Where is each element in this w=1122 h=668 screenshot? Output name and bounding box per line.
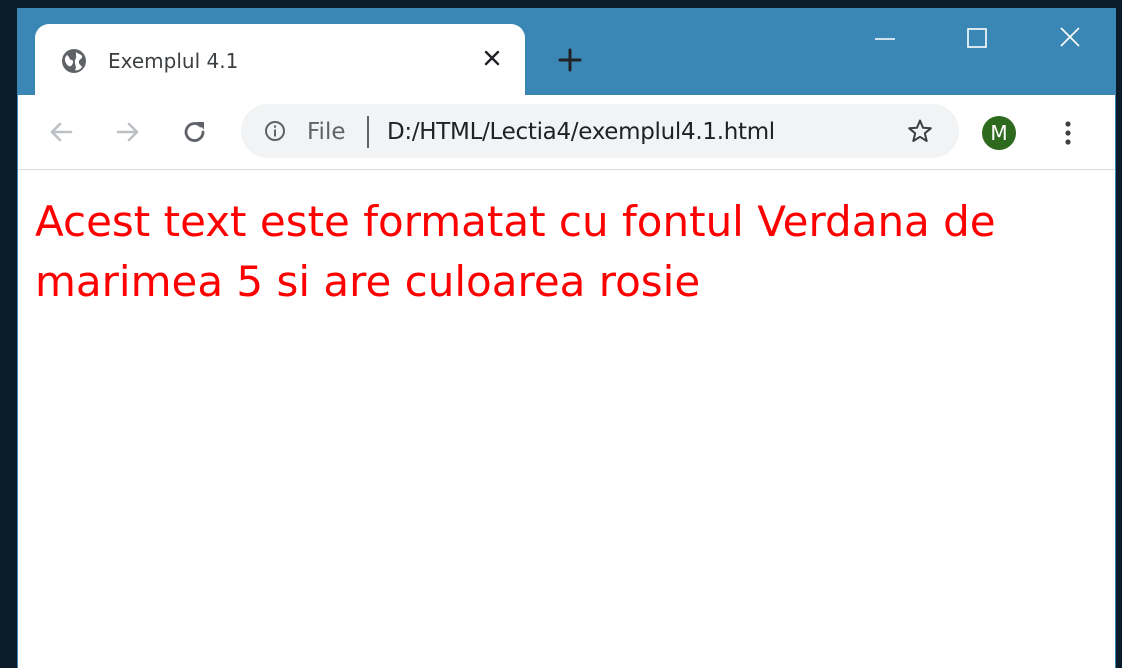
page-paragraph: Acest text este formatat cu fontul Verda… xyxy=(35,197,996,306)
info-icon[interactable] xyxy=(263,119,287,143)
arrow-right-icon[interactable] xyxy=(111,115,145,149)
star-icon[interactable] xyxy=(906,117,934,145)
title-bar: Exemplul 4.1 xyxy=(18,8,1115,96)
address-bar[interactable]: File D:/HTML/Lectia4/exemplul4.1.html xyxy=(241,104,959,158)
minimize-button[interactable] xyxy=(865,24,905,54)
page-content: Acest text este formatat cu fontul Verda… xyxy=(18,170,1115,668)
scheme-divider xyxy=(367,116,369,148)
browser-toolbar: File D:/HTML/Lectia4/exemplul4.1.html M xyxy=(18,95,1115,170)
arrow-left-icon[interactable] xyxy=(44,115,78,149)
url-scheme-label: File xyxy=(307,119,346,145)
reload-icon[interactable] xyxy=(178,115,212,149)
url-text[interactable]: D:/HTML/Lectia4/exemplul4.1.html xyxy=(387,117,775,147)
kebab-menu-icon[interactable] xyxy=(1058,117,1078,149)
tab-title: Exemplul 4.1 xyxy=(108,49,239,73)
profile-avatar[interactable]: M xyxy=(982,116,1016,150)
browser-tab[interactable]: Exemplul 4.1 xyxy=(35,24,525,96)
maximize-button[interactable] xyxy=(957,24,997,54)
browser-window: Exemplul 4.1 File D:/HTML/Lectia4/exempl… xyxy=(17,8,1116,668)
close-window-button[interactable] xyxy=(1050,24,1090,54)
globe-icon xyxy=(61,48,87,74)
new-tab-button[interactable] xyxy=(554,44,586,76)
close-tab-icon[interactable] xyxy=(480,46,504,70)
